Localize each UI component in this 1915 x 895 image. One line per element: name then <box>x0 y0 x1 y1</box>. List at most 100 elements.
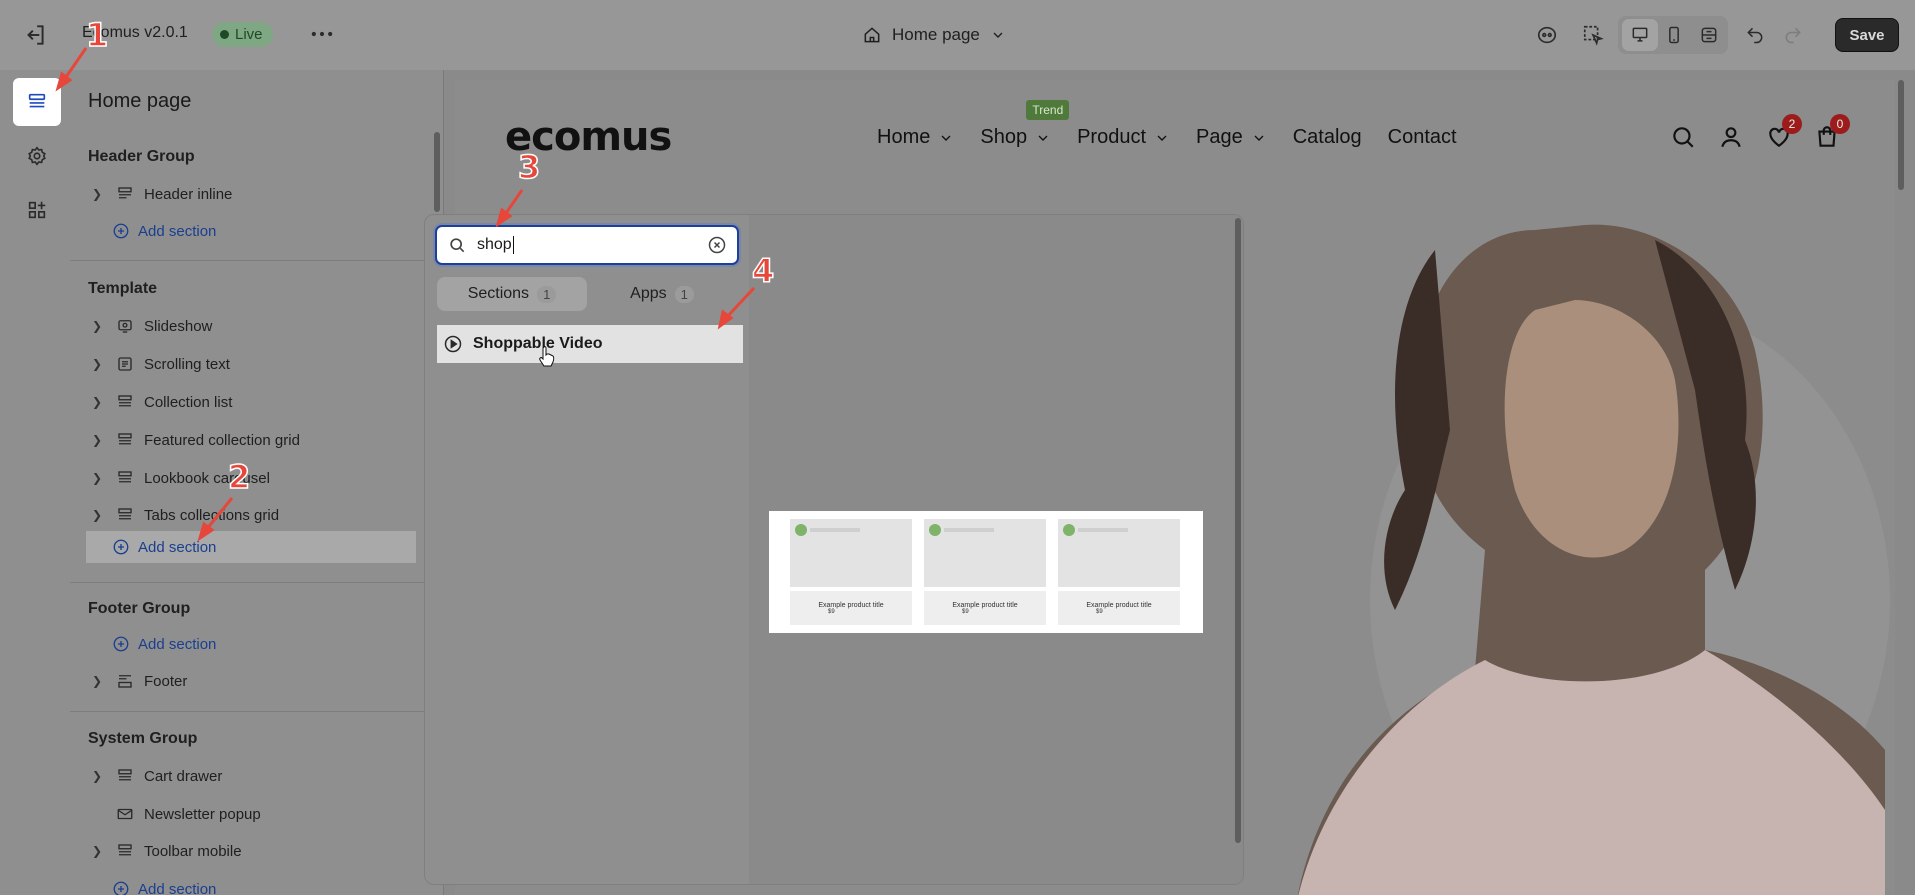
system-add-section-button[interactable]: Add section <box>112 873 216 895</box>
home-icon <box>864 27 880 43</box>
shop-logo-icon <box>929 524 941 536</box>
sidebar-item-header-inline[interactable]: ❯ Header inline <box>92 178 232 210</box>
sidebar-item-label: Collection list <box>144 393 233 411</box>
nav-page[interactable]: Page <box>1196 126 1267 149</box>
left-rail <box>0 70 70 895</box>
sidebar-item-label: Header inline <box>144 185 233 203</box>
chevron-right-icon[interactable]: ❯ <box>92 471 106 485</box>
preview-card-info: Example product title $9 <box>790 591 912 625</box>
sidebar-item-label: Newsletter popup <box>144 805 261 823</box>
sidebar-item-toolbar-mobile[interactable]: ❯ Toolbar mobile <box>92 835 242 867</box>
save-button[interactable]: Save <box>1835 18 1899 52</box>
chevron-right-icon[interactable]: ❯ <box>92 187 106 201</box>
sections-rail-button[interactable] <box>13 78 61 126</box>
mobile-view-icon[interactable] <box>1659 18 1689 52</box>
nav-label: Product <box>1077 126 1147 148</box>
sidebar-item-cart-drawer[interactable]: ❯ Cart drawer <box>92 760 222 792</box>
redo-icon[interactable] <box>1778 18 1808 52</box>
sidebar-item-collection-list[interactable]: ❯ Collection list <box>92 386 232 418</box>
chevron-right-icon[interactable]: ❯ <box>92 357 106 371</box>
tab-apps[interactable]: Apps 1 <box>587 277 737 311</box>
search-input[interactable]: shop <box>477 235 707 254</box>
chevron-right-icon[interactable]: ❯ <box>92 319 106 333</box>
sidebar-item-newsletter-popup[interactable]: ❯ Newsletter popup <box>92 798 261 830</box>
live-status-badge: Live <box>212 22 273 47</box>
wishlist-icon[interactable]: 2 <box>1766 114 1802 150</box>
chevron-right-icon[interactable]: ❯ <box>92 674 106 688</box>
gear-icon <box>28 146 46 166</box>
sidebar-item-label: Footer <box>144 672 188 690</box>
page-selector[interactable]: Home page <box>862 22 1006 48</box>
nav-label: Catalog <box>1292 126 1362 148</box>
popup-scrollbar[interactable] <box>1235 218 1241 843</box>
undo-icon[interactable] <box>1740 18 1770 52</box>
sidebar-item-tabs-collections-grid[interactable]: ❯ Tabs collections grid <box>92 499 279 531</box>
search-icon[interactable] <box>1670 124 1696 150</box>
sidebar-item-scrolling-text[interactable]: ❯ Scrolling text <box>92 348 230 380</box>
add-section-label: Add section <box>138 880 217 895</box>
cart-count: 0 <box>1830 114 1850 134</box>
sidebar-item-featured-collection-grid[interactable]: ❯ Featured collection grid <box>92 424 300 456</box>
divider <box>70 260 443 261</box>
nav-label: Contact <box>1387 126 1457 148</box>
nav-contact[interactable]: Contact <box>1388 126 1457 149</box>
annotation-marker-4: 4 <box>751 251 775 291</box>
chevron-down-icon <box>1038 135 1048 141</box>
plus-circle-icon <box>113 636 129 652</box>
footer-icon <box>118 675 132 688</box>
tab-sections[interactable]: Sections 1 <box>437 277 587 311</box>
nav-home[interactable]: Home <box>877 126 954 149</box>
cart-icon[interactable]: 0 <box>1814 114 1850 150</box>
exit-icon[interactable] <box>22 22 48 48</box>
header-add-section-button[interactable]: Add section <box>112 215 216 247</box>
sidebar-item-footer[interactable]: ❯ Footer <box>92 665 187 697</box>
fullscreen-view-icon[interactable] <box>1694 18 1724 52</box>
section-search-field[interactable]: shop <box>435 225 739 265</box>
add-section-label: Add section <box>138 538 217 556</box>
section-icon <box>118 508 132 520</box>
ai-assistant-icon[interactable] <box>1532 18 1562 52</box>
annotation-marker-2: 2 <box>227 457 251 497</box>
chevron-down-icon <box>993 32 1003 38</box>
more-options-icon[interactable] <box>308 20 336 48</box>
preview-card-title: Example product title <box>1086 601 1152 609</box>
account-icon[interactable] <box>1718 124 1744 150</box>
chevron-right-icon[interactable]: ❯ <box>92 508 106 522</box>
inspector-icon[interactable] <box>1578 18 1608 52</box>
chevron-right-icon[interactable]: ❯ <box>92 433 106 447</box>
sidebar-scrollbar[interactable] <box>434 132 440 212</box>
chevron-right-icon[interactable]: ❯ <box>92 844 106 858</box>
tab-count: 1 <box>537 285 557 303</box>
theme-settings-rail-button[interactable] <box>13 132 61 180</box>
apps-rail-button[interactable] <box>13 186 61 234</box>
wishlist-count: 2 <box>1782 114 1802 134</box>
preview-card-price: $9 <box>828 608 835 615</box>
live-label: Live <box>235 26 263 43</box>
nav-shop[interactable]: Trend Shop <box>980 100 1070 149</box>
plus-circle-icon <box>113 223 129 239</box>
text-caret <box>512 235 514 254</box>
preview-video <box>924 519 1046 587</box>
sidebar-item-slideshow[interactable]: ❯ Slideshow <box>92 310 212 342</box>
slideshow-icon <box>118 320 132 333</box>
section-icon <box>118 187 132 199</box>
desktop-view-icon[interactable] <box>1625 18 1655 52</box>
hero-model-image <box>1297 224 1885 895</box>
clear-search-icon[interactable] <box>707 235 727 255</box>
nav-product[interactable]: Product <box>1077 126 1170 149</box>
shop-logo-icon <box>1063 524 1075 536</box>
footer-add-section-button[interactable]: Add section <box>112 628 216 660</box>
chevron-right-icon[interactable]: ❯ <box>92 769 106 783</box>
preview-card-info: Example product title $9 <box>1058 591 1180 625</box>
preview-card-title: Example product title <box>952 601 1018 609</box>
divider <box>70 582 443 583</box>
preview-card: Example product title $9 <box>1058 519 1180 625</box>
add-section-label: Add section <box>138 222 217 240</box>
nav-catalog[interactable]: Catalog <box>1293 126 1362 149</box>
divider <box>70 711 443 712</box>
result-shoppable-video[interactable]: Shoppable Video <box>437 325 743 363</box>
section-icon <box>118 395 132 407</box>
template-add-section-button[interactable]: Add section <box>86 531 416 563</box>
preview-scrollbar[interactable] <box>1898 80 1904 190</box>
chevron-right-icon[interactable]: ❯ <box>92 395 106 409</box>
